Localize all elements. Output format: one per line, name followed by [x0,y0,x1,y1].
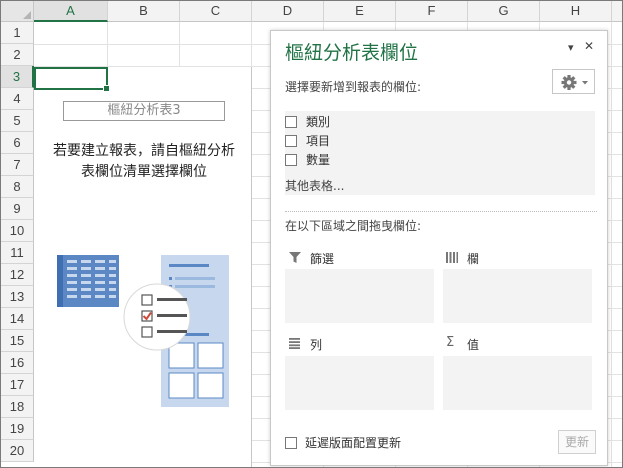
close-icon[interactable]: ✕ [584,39,594,53]
field-list-settings-button[interactable] [552,69,595,94]
values-area-label: 值 [467,338,480,352]
defer-layout-label: 延遲版面配置更新 [305,436,402,450]
row-header-15[interactable]: 15 [1,330,34,352]
filters-area-label: 篩選 [310,252,335,266]
row-header-5[interactable]: 5 [1,110,34,132]
more-tables-link[interactable]: 其他表格... [285,177,344,194]
row-header-18[interactable]: 18 [1,396,34,418]
pane-options-dropdown-icon[interactable]: ▾ [568,41,574,54]
field-label: 類別 [306,115,331,129]
pivot-instructions: 若要建立報表，請自樞紐分析 表欄位清單選擇欄位 [37,141,251,183]
row-header-17[interactable]: 17 [1,374,34,396]
field-label: 項目 [306,134,331,148]
column-header-g[interactable]: G [468,1,540,22]
pane-title: 樞紐分析表欄位 [285,42,419,64]
drag-fields-label: 在以下區域之間拖曳欄位: [285,219,422,233]
field-list: 類別 項目 數量 其他表格... [285,111,595,195]
choose-fields-label: 選擇要新增到報表的欄位: [285,80,422,94]
row-header-9[interactable]: 9 [1,198,34,220]
row-header-14[interactable]: 14 [1,308,34,330]
columns-drop-zone[interactable] [443,269,592,323]
defer-layout-checkbox[interactable] [285,437,297,449]
column-header-partial [612,1,622,22]
active-cell-a3[interactable] [34,67,110,92]
sigma-icon: Σ [446,335,455,350]
row-header-2[interactable]: 2 [1,44,34,66]
pane-divider [285,211,597,212]
values-drop-zone[interactable] [443,356,592,410]
field-checkbox[interactable] [285,154,297,166]
row-header-12[interactable]: 12 [1,264,34,286]
row-header-10[interactable]: 10 [1,220,34,242]
rows-icon [289,338,300,349]
rows-drop-zone[interactable] [285,356,434,410]
pivot-table-fields-pane: 樞紐分析表欄位 ▾ ✕ 選擇要新增到報表的欄位: 類別 項目 數量 其他表格..… [270,30,608,466]
row-header-4[interactable]: 4 [1,88,34,110]
excel-window: A B C D E F G H 1 2 3 4 5 6 7 8 9 10 11 … [0,0,623,468]
columns-area-label: 欄 [467,252,480,266]
row-header-16[interactable]: 16 [1,352,34,374]
column-header-h[interactable]: H [540,1,612,22]
row-header-19[interactable]: 19 [1,418,34,440]
filter-icon [289,252,301,263]
pivot-illustration [57,255,229,407]
row-header-1[interactable]: 1 [1,22,34,44]
column-header-c[interactable]: C [180,1,252,22]
row-header-20[interactable]: 20 [1,440,34,462]
row-header-7[interactable]: 7 [1,154,34,176]
row-header-8[interactable]: 8 [1,176,34,198]
pivot-instructions-line2: 表欄位清單選擇欄位 [81,164,207,180]
table-illustration-icon [57,255,119,307]
column-header-e[interactable]: E [324,1,396,22]
pivot-table-name: 樞紐分析表3 [63,101,225,121]
gear-icon [561,75,588,90]
row-header-11[interactable]: 11 [1,242,34,264]
row-header-3[interactable]: 3 [1,66,34,88]
checklist-illustration-icon [123,283,191,351]
column-header-b[interactable]: B [108,1,180,22]
filters-drop-zone[interactable] [285,269,434,323]
column-header-a[interactable]: A [34,1,108,22]
pivot-instructions-line1: 若要建立報表，請自樞紐分析 [53,143,235,159]
select-all-corner[interactable] [1,1,34,22]
chevron-down-icon [582,81,588,85]
field-checkbox[interactable] [285,135,297,147]
field-label: 數量 [306,153,331,167]
update-button[interactable]: 更新 [558,430,596,454]
column-header-d[interactable]: D [252,1,324,22]
columns-icon [446,252,458,263]
row-header-6[interactable]: 6 [1,132,34,154]
field-checkbox[interactable] [285,116,297,128]
column-header-f[interactable]: F [396,1,468,22]
rows-area-label: 列 [310,338,323,352]
row-header-13[interactable]: 13 [1,286,34,308]
